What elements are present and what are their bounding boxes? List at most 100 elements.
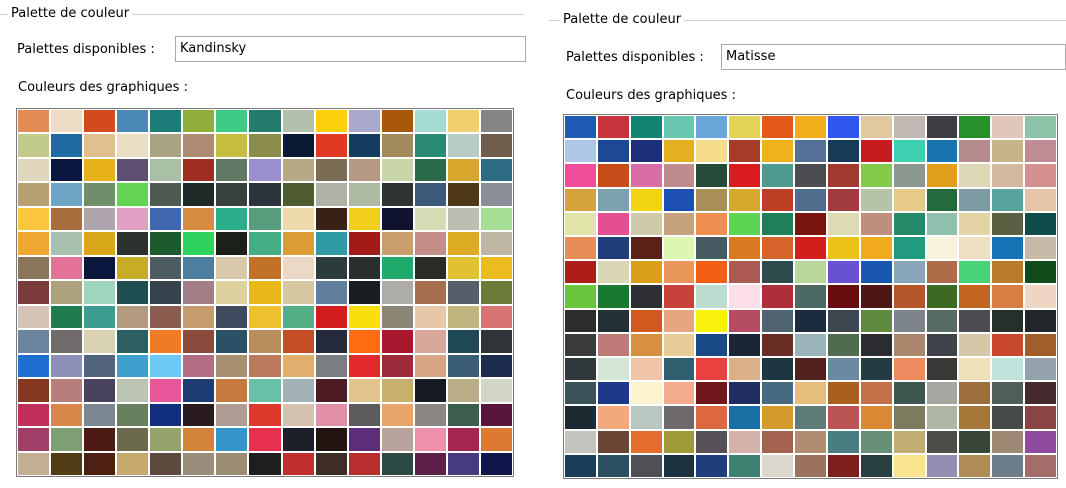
color-swatch[interactable] [597, 309, 629, 332]
color-swatch[interactable] [762, 430, 794, 453]
color-swatch[interactable] [565, 358, 596, 381]
color-swatch[interactable] [663, 430, 695, 453]
color-swatch[interactable] [959, 116, 991, 139]
color-swatch[interactable] [150, 232, 182, 255]
color-swatch[interactable] [51, 232, 83, 255]
color-swatch[interactable] [216, 183, 248, 206]
color-swatch[interactable] [992, 309, 1024, 332]
color-swatch[interactable] [729, 406, 761, 429]
color-swatch[interactable] [447, 403, 479, 427]
color-swatch[interactable] [696, 382, 728, 405]
color-swatch[interactable] [827, 430, 859, 453]
color-swatch[interactable] [381, 330, 413, 353]
color-swatch[interactable] [414, 379, 446, 402]
color-swatch[interactable] [630, 188, 662, 211]
color-swatch[interactable] [447, 330, 479, 353]
color-swatch[interactable] [630, 430, 662, 453]
color-swatch[interactable] [959, 454, 991, 477]
color-swatch[interactable] [51, 256, 83, 280]
color-swatch[interactable] [282, 183, 314, 206]
color-swatch[interactable] [117, 183, 149, 206]
color-swatch[interactable] [249, 110, 281, 133]
color-swatch[interactable] [18, 452, 50, 475]
color-swatch[interactable] [414, 281, 446, 304]
color-swatch[interactable] [282, 134, 314, 157]
color-swatch[interactable] [1025, 333, 1056, 356]
color-swatch[interactable] [992, 358, 1024, 381]
color-swatch[interactable] [315, 158, 347, 182]
color-swatch[interactable] [216, 134, 248, 157]
color-swatch[interactable] [447, 134, 479, 157]
color-swatch[interactable] [795, 382, 826, 405]
color-swatch[interactable] [282, 428, 314, 451]
color-swatch[interactable] [150, 207, 182, 231]
color-swatch[interactable] [249, 281, 281, 304]
color-swatch[interactable] [630, 164, 662, 187]
color-swatch[interactable] [827, 188, 859, 211]
color-swatch[interactable] [729, 261, 761, 284]
color-swatch[interactable] [992, 237, 1024, 260]
color-swatch[interactable] [51, 354, 83, 378]
color-swatch[interactable] [729, 116, 761, 139]
color-swatch[interactable] [663, 237, 695, 260]
color-swatch[interactable] [249, 379, 281, 402]
color-swatch[interactable] [150, 158, 182, 182]
color-swatch[interactable] [480, 232, 512, 255]
color-swatch[interactable] [480, 134, 512, 157]
color-swatch[interactable] [992, 333, 1024, 356]
color-swatch[interactable] [84, 379, 116, 402]
color-swatch[interactable] [860, 188, 892, 211]
color-swatch[interactable] [51, 403, 83, 427]
color-swatch[interactable] [992, 212, 1024, 235]
color-swatch[interactable] [827, 285, 859, 308]
color-swatch[interactable] [18, 330, 50, 353]
color-swatch[interactable] [117, 403, 149, 427]
color-swatch[interactable] [348, 330, 380, 353]
color-swatch[interactable] [480, 403, 512, 427]
color-swatch[interactable] [795, 261, 826, 284]
color-swatch[interactable] [18, 232, 50, 255]
color-swatch[interactable] [893, 406, 925, 429]
color-swatch[interactable] [315, 232, 347, 255]
color-swatch[interactable] [1025, 454, 1056, 477]
color-swatch[interactable] [315, 305, 347, 329]
color-swatch[interactable] [959, 406, 991, 429]
color-swatch[interactable] [1025, 309, 1056, 332]
color-swatch[interactable] [762, 333, 794, 356]
color-swatch[interactable] [414, 158, 446, 182]
color-swatch[interactable] [282, 379, 314, 402]
color-swatch[interactable] [18, 134, 50, 157]
color-swatch[interactable] [893, 140, 925, 163]
color-swatch[interactable] [381, 134, 413, 157]
color-swatch[interactable] [959, 188, 991, 211]
color-swatch[interactable] [729, 237, 761, 260]
color-swatch[interactable] [597, 212, 629, 235]
color-swatch[interactable] [480, 428, 512, 451]
color-swatch[interactable] [893, 285, 925, 308]
color-swatch[interactable] [84, 354, 116, 378]
color-swatch[interactable] [663, 358, 695, 381]
color-swatch[interactable] [249, 452, 281, 475]
color-swatch[interactable] [216, 232, 248, 255]
color-swatch[interactable] [630, 116, 662, 139]
color-swatch[interactable] [565, 237, 596, 260]
color-swatch[interactable] [447, 305, 479, 329]
color-swatch[interactable] [597, 358, 629, 381]
color-swatch[interactable] [150, 354, 182, 378]
color-swatch[interactable] [926, 454, 958, 477]
color-swatch[interactable] [597, 237, 629, 260]
color-swatch[interactable] [992, 140, 1024, 163]
color-swatch[interactable] [597, 116, 629, 139]
color-swatch[interactable] [51, 305, 83, 329]
color-swatch[interactable] [84, 207, 116, 231]
color-swatch[interactable] [51, 207, 83, 231]
color-swatch[interactable] [860, 212, 892, 235]
color-swatch[interactable] [926, 309, 958, 332]
color-swatch[interactable] [597, 285, 629, 308]
color-swatch[interactable] [381, 428, 413, 451]
color-swatch[interactable] [150, 183, 182, 206]
color-swatch[interactable] [183, 281, 215, 304]
color-swatch[interactable] [216, 110, 248, 133]
color-swatch[interactable] [630, 358, 662, 381]
color-swatch[interactable] [893, 309, 925, 332]
